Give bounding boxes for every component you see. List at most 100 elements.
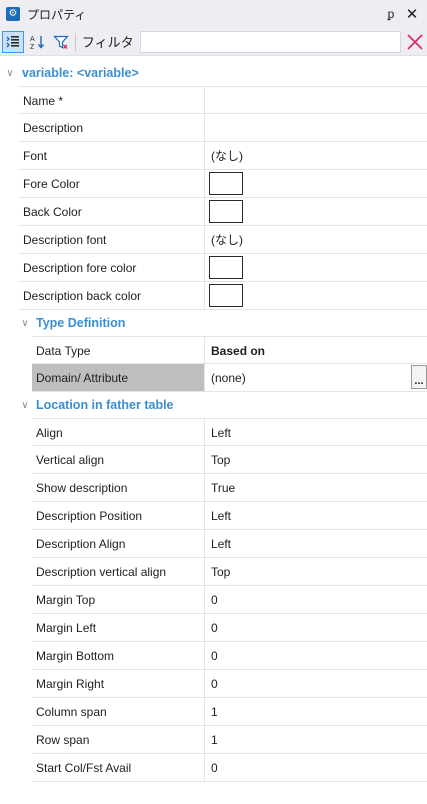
property-name: Description (19, 114, 205, 141)
property-name: Description back color (19, 282, 205, 309)
property-row-description-position[interactable]: Description Position Left (32, 502, 427, 530)
filter-input[interactable] (139, 30, 402, 53)
property-value[interactable] (205, 87, 427, 114)
browse-button[interactable]: ... (411, 365, 427, 389)
property-row-description-back-color[interactable]: Description back color (19, 282, 427, 310)
sort-alphabetical-icon: A Z (30, 35, 44, 50)
property-value[interactable] (205, 282, 427, 309)
category-label: Location in father table (36, 398, 174, 412)
property-value[interactable]: 0 (205, 754, 427, 781)
gear-icon: ⚙ (6, 7, 20, 21)
category-variable[interactable]: ∨ variable: <variable> (0, 60, 427, 86)
property-value[interactable] (205, 254, 427, 281)
property-name: Description vertical align (32, 558, 205, 585)
category-label: variable: <variable> (22, 66, 139, 80)
property-row-description-font[interactable]: Description font (なし) (19, 226, 427, 254)
property-name: Font (19, 142, 205, 169)
property-value[interactable]: Based on (205, 337, 427, 364)
property-row-fore-color[interactable]: Fore Color (19, 170, 427, 198)
property-row-row-span[interactable]: Row span 1 (32, 726, 427, 754)
property-value[interactable]: 0 (205, 642, 427, 669)
panel-title: プロパティ (27, 7, 87, 22)
property-value[interactable]: Left (205, 530, 427, 557)
property-value-text: (none) (211, 370, 246, 385)
property-value[interactable] (205, 198, 427, 225)
property-value[interactable] (205, 170, 427, 197)
property-value[interactable]: 0 (205, 670, 427, 697)
property-row-start-col[interactable]: Start Col/Fst Avail 0 (32, 754, 427, 782)
clear-filter-button[interactable] (403, 30, 427, 54)
color-swatch[interactable] (209, 172, 243, 195)
property-name: Description Position (32, 502, 205, 529)
property-row-description-fore-color[interactable]: Description fore color (19, 254, 427, 282)
svg-text:A: A (30, 36, 35, 43)
category-label: Type Definition (36, 316, 126, 330)
close-icon[interactable]: ✕ (401, 5, 423, 23)
property-row-description-vertical-align[interactable]: Description vertical align Top (32, 558, 427, 586)
property-value[interactable]: 1 (205, 698, 427, 725)
property-row-domain-attribute[interactable]: Domain/ Attribute (none) ... (32, 364, 427, 392)
clear-filter-icon (407, 33, 423, 50)
property-name: Margin Right (32, 670, 205, 697)
property-row-show-description[interactable]: Show description True (32, 474, 427, 502)
property-name: Description Align (32, 530, 205, 557)
property-value[interactable]: True (205, 474, 427, 501)
property-row-column-span[interactable]: Column span 1 (32, 698, 427, 726)
property-name: Margin Top (32, 586, 205, 613)
categorized-view-button[interactable] (2, 30, 24, 53)
property-name: Align (32, 419, 205, 446)
property-row-data-type[interactable]: Data Type Based on (32, 336, 427, 364)
color-swatch[interactable] (209, 284, 243, 307)
property-row-margin-left[interactable]: Margin Left 0 (32, 614, 427, 642)
property-name: Description font (19, 226, 205, 253)
property-name: Column span (32, 698, 205, 725)
alphabetical-sort-button[interactable]: A Z (26, 31, 48, 53)
filter-label: フィルタ (81, 35, 134, 50)
color-swatch[interactable] (209, 200, 243, 223)
chevron-down-icon[interactable]: ∨ (4, 68, 16, 79)
property-grid: ∨ variable: <variable> Name * Descriptio… (0, 60, 427, 782)
property-value[interactable]: 1 (205, 726, 427, 753)
svg-text:Z: Z (30, 44, 35, 50)
property-name: Fore Color (19, 170, 205, 197)
filter-button[interactable] (50, 31, 72, 53)
chevron-down-icon[interactable]: ∨ (19, 318, 31, 329)
property-name: Back Color (19, 198, 205, 225)
property-row-vertical-align[interactable]: Vertical align Top (32, 446, 427, 474)
property-value[interactable]: 0 (205, 586, 427, 613)
property-row-name[interactable]: Name * (19, 86, 427, 114)
property-name: Margin Left (32, 614, 205, 641)
property-value[interactable]: (none) ... (205, 364, 427, 391)
property-row-align[interactable]: Align Left (32, 418, 427, 446)
property-row-margin-top[interactable]: Margin Top 0 (32, 586, 427, 614)
property-name: Margin Bottom (32, 642, 205, 669)
property-name: Show description (32, 474, 205, 501)
panel-title-bar: ⚙ プロパティ ᵱ ✕ (0, 0, 427, 28)
funnel-filter-icon (53, 35, 69, 49)
property-row-margin-bottom[interactable]: Margin Bottom 0 (32, 642, 427, 670)
property-name: Description fore color (19, 254, 205, 281)
property-name: Row span (32, 726, 205, 753)
property-row-description-align[interactable]: Description Align Left (32, 530, 427, 558)
property-value[interactable]: (なし) (205, 142, 427, 169)
property-row-font[interactable]: Font (なし) (19, 142, 427, 170)
property-value[interactable]: (なし) (205, 226, 427, 253)
property-name: Name * (19, 87, 205, 114)
chevron-down-icon[interactable]: ∨ (19, 400, 31, 411)
pin-icon[interactable]: ᵱ (381, 7, 401, 21)
property-name: Vertical align (32, 446, 205, 473)
property-value[interactable]: Left (205, 502, 427, 529)
categorized-view-icon (6, 35, 19, 47)
property-value[interactable]: 0 (205, 614, 427, 641)
property-row-back-color[interactable]: Back Color (19, 198, 427, 226)
property-row-margin-right[interactable]: Margin Right 0 (32, 670, 427, 698)
color-swatch[interactable] (209, 256, 243, 279)
property-value[interactable] (205, 114, 427, 141)
property-value[interactable]: Top (205, 446, 427, 473)
property-toolbar: A Z フィルタ (0, 28, 427, 56)
category-type-definition[interactable]: ∨ Type Definition (0, 310, 427, 336)
property-value[interactable]: Left (205, 419, 427, 446)
category-location[interactable]: ∨ Location in father table (0, 392, 427, 418)
property-value[interactable]: Top (205, 558, 427, 585)
property-row-description[interactable]: Description (19, 114, 427, 142)
